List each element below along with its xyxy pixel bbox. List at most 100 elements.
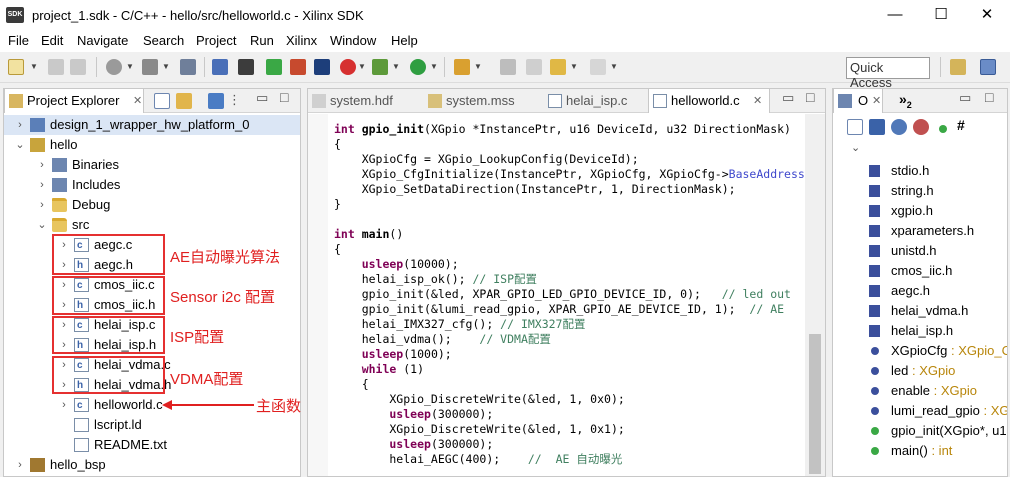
close-button[interactable]: ✕ xyxy=(964,0,1010,30)
menu-help[interactable]: Help xyxy=(391,33,418,48)
last-edit-icon[interactable] xyxy=(526,59,542,75)
menu-run[interactable]: Run xyxy=(250,33,274,48)
menu-navigate[interactable]: Navigate xyxy=(77,33,128,48)
more-views-icon[interactable]: »2 xyxy=(899,91,912,110)
outline-item[interactable]: string.h xyxy=(833,181,1007,201)
maximize-view-icon[interactable]: □ xyxy=(280,89,288,105)
xsct-console-icon[interactable] xyxy=(314,59,330,75)
tree-item[interactable]: › hello_bsp xyxy=(4,455,300,475)
outline-expand-icon[interactable]: ⌄ xyxy=(851,141,860,154)
pin-icon[interactable] xyxy=(500,59,516,75)
hide-includes-icon[interactable]: # xyxy=(957,117,965,133)
profile-icon[interactable] xyxy=(340,59,356,75)
quick-access-input[interactable]: Quick Access xyxy=(846,57,930,90)
editor-scroll-thumb[interactable] xyxy=(809,334,821,474)
expand-toggle-icon[interactable]: › xyxy=(14,455,26,475)
tree-item[interactable]: › Binaries xyxy=(4,155,300,175)
tree-item[interactable]: › design_1_wrapper_hw_platform_0 xyxy=(4,115,300,135)
menu-xilinx[interactable]: Xilinx xyxy=(286,33,317,48)
new-dropdown-icon[interactable]: ▼ xyxy=(30,62,38,71)
run-dropdown-icon[interactable]: ▼ xyxy=(430,62,438,71)
menu-search[interactable]: Search xyxy=(143,33,184,48)
collapse-all-icon[interactable] xyxy=(154,93,170,109)
menu-edit[interactable]: Edit xyxy=(41,33,63,48)
binary-icon[interactable] xyxy=(180,59,196,75)
maximize-view-icon[interactable]: □ xyxy=(985,89,993,105)
expand-toggle-icon[interactable]: › xyxy=(58,395,70,415)
tree-item[interactable]: › Debug xyxy=(4,195,300,215)
minimize-button[interactable]: — xyxy=(872,0,918,30)
back-arrow-icon[interactable] xyxy=(550,59,566,75)
forward-arrow-icon[interactable] xyxy=(590,59,606,75)
view-menu-icon[interactable]: ⋮ xyxy=(228,92,241,108)
tab-helloworld-c[interactable]: helloworld.c ✕ xyxy=(648,89,770,113)
collapse-all-icon[interactable] xyxy=(847,119,863,135)
run-icon[interactable] xyxy=(410,59,426,75)
expand-toggle-icon[interactable]: ⌄ xyxy=(14,135,26,155)
expand-toggle-icon[interactable]: › xyxy=(36,175,48,195)
close-tab-icon[interactable]: ✕ xyxy=(872,89,881,113)
tree-item[interactable]: README.txt xyxy=(4,435,300,455)
debug-dropdown-icon[interactable]: ▼ xyxy=(392,62,400,71)
program-fpga-icon[interactable] xyxy=(266,59,282,75)
debug-config-icon[interactable] xyxy=(212,59,228,75)
back-dropdown-icon[interactable]: ▼ xyxy=(570,62,578,71)
maximize-view-icon[interactable]: □ xyxy=(806,89,814,105)
new-icon[interactable] xyxy=(8,59,24,75)
profile-dropdown-icon[interactable]: ▼ xyxy=(358,62,366,71)
outline-item[interactable]: xgpio.h xyxy=(833,201,1007,221)
outline-item[interactable]: xparameters.h xyxy=(833,221,1007,241)
sort-icon[interactable] xyxy=(869,119,885,135)
menu-window[interactable]: Window xyxy=(330,33,376,48)
save-all-icon[interactable] xyxy=(70,59,86,75)
open-perspective-icon[interactable] xyxy=(950,59,966,75)
minimize-view-icon[interactable]: ▭ xyxy=(959,90,971,106)
outline-item[interactable]: aegc.h xyxy=(833,281,1007,301)
outline-item[interactable]: cmos_iic.h xyxy=(833,261,1007,281)
close-tab-icon[interactable]: ✕ xyxy=(133,89,142,113)
expand-toggle-icon[interactable]: › xyxy=(36,195,48,215)
outline-item[interactable]: lumi_read_gpio : XG xyxy=(833,401,1007,421)
settings-dropdown-icon[interactable]: ▼ xyxy=(126,62,134,71)
tab-system-mss[interactable]: system.mss xyxy=(424,89,540,113)
filter-icon[interactable] xyxy=(208,93,224,109)
tree-item[interactable]: › Includes xyxy=(4,175,300,195)
tree-item[interactable]: ⌄ src xyxy=(4,215,300,235)
menu-project[interactable]: Project xyxy=(196,33,236,48)
menu-file[interactable]: File xyxy=(8,33,29,48)
maximize-button[interactable]: ☐ xyxy=(918,0,964,30)
terminal-icon[interactable] xyxy=(238,59,254,75)
tree-item[interactable]: ⌄ hello xyxy=(4,135,300,155)
hide-nonpublic-icon[interactable] xyxy=(939,125,947,133)
external-tools-dropdown-icon[interactable]: ▼ xyxy=(474,62,482,71)
outline-item[interactable]: XGpioCfg : XGpio_C xyxy=(833,341,1007,361)
outline-item[interactable]: enable : XGpio xyxy=(833,381,1007,401)
code-area[interactable]: int gpio_init(XGpio *InstancePtr, u16 De… xyxy=(328,114,804,476)
tab-helai-isp-c[interactable]: helai_isp.c xyxy=(544,89,646,113)
expand-toggle-icon[interactable]: › xyxy=(14,115,26,135)
expand-toggle-icon[interactable]: › xyxy=(36,155,48,175)
hide-fields-icon[interactable] xyxy=(891,119,907,135)
expand-toggle-icon[interactable]: ⌄ xyxy=(36,215,48,235)
outline-item[interactable]: led : XGpio xyxy=(833,361,1007,381)
tree-item[interactable]: lscript.ld xyxy=(4,415,300,435)
tab-system-hdf[interactable]: system.hdf xyxy=(308,89,420,113)
outline-item[interactable]: main() : int xyxy=(833,441,1007,461)
outline-item[interactable]: helai_vdma.h xyxy=(833,301,1007,321)
forward-dropdown-icon[interactable]: ▼ xyxy=(610,62,618,71)
editor-scrollbar[interactable] xyxy=(805,114,825,476)
tab-project-explorer[interactable]: Project Explorer ✕ xyxy=(4,89,144,113)
c-perspective-icon[interactable] xyxy=(980,59,996,75)
debug-bug-icon[interactable] xyxy=(372,59,388,75)
link-editor-icon[interactable] xyxy=(176,93,192,109)
minimize-view-icon[interactable]: ▭ xyxy=(782,90,794,106)
outline-item[interactable]: stdio.h xyxy=(833,161,1007,181)
settings-icon[interactable] xyxy=(106,59,122,75)
hide-static-icon[interactable] xyxy=(913,119,929,135)
outline-item[interactable]: gpio_init(XGpio*, u1 xyxy=(833,421,1007,441)
external-tools-icon[interactable] xyxy=(454,59,470,75)
save-icon[interactable] xyxy=(48,59,64,75)
tab-outline[interactable]: O ✕ xyxy=(833,89,883,113)
outline-item[interactable]: unistd.h xyxy=(833,241,1007,261)
build-hammer-icon[interactable] xyxy=(142,59,158,75)
